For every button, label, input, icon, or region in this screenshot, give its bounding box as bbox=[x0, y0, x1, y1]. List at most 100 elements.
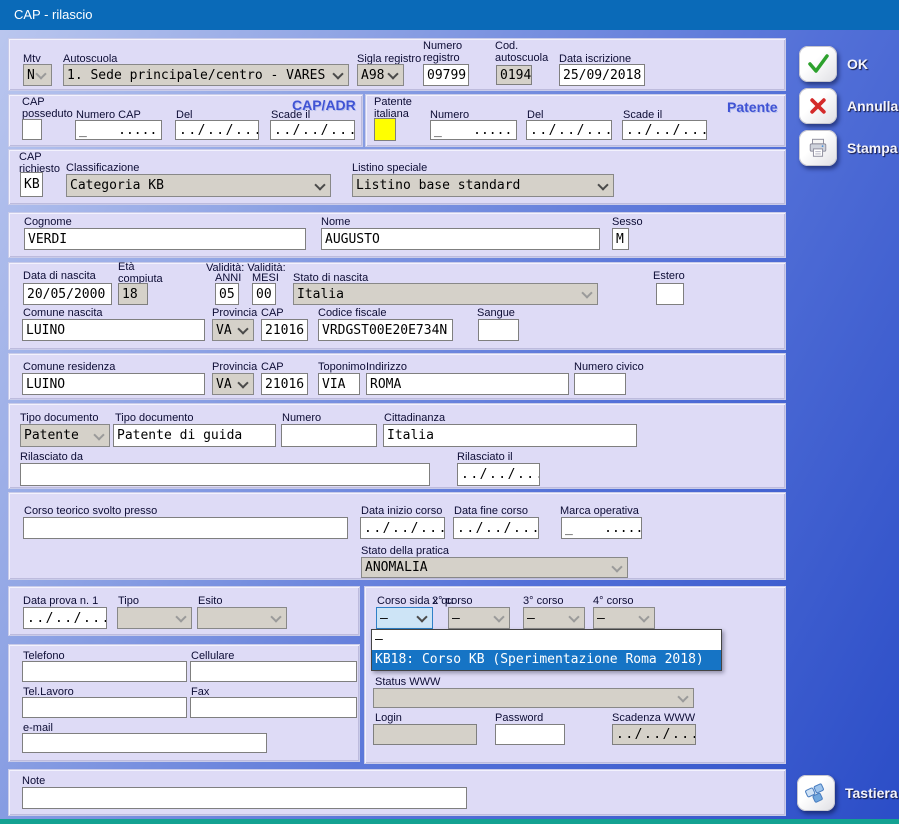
numero-civico-field[interactable] bbox=[574, 373, 626, 395]
corso3-label: 3° corso bbox=[523, 595, 563, 607]
cap-residenza-field[interactable]: 21016 bbox=[261, 373, 308, 395]
numero-registro-field[interactable]: 09799 bbox=[423, 64, 469, 86]
tastiera-button[interactable]: Tastiera bbox=[797, 775, 898, 811]
provincia-residenza-label: Provincia bbox=[212, 361, 257, 373]
rilasciato-da-field[interactable] bbox=[20, 463, 430, 486]
data-nascita-label: Data di nascita bbox=[23, 270, 96, 282]
chevron-down-icon bbox=[597, 179, 608, 190]
annulla-button[interactable]: Annulla bbox=[799, 88, 898, 124]
telefono-field[interactable] bbox=[22, 661, 187, 682]
tipo-documento-label: Tipo documento bbox=[20, 412, 98, 424]
dropdown-option[interactable]: – bbox=[372, 630, 721, 650]
cellulare-field[interactable] bbox=[190, 661, 357, 682]
cap-adr-section-header: CAP/ADR bbox=[292, 97, 356, 113]
sangue-field[interactable] bbox=[478, 319, 519, 341]
data-nascita-field[interactable]: 20/05/2000 bbox=[23, 283, 112, 305]
chevron-down-icon bbox=[493, 611, 504, 622]
chevron-down-icon bbox=[237, 323, 248, 334]
data-inizio-corso-label: Data inizio corso bbox=[361, 505, 442, 517]
dropdown-option-highlighted[interactable]: KB18: Corso KB (Sperimentazione Roma 201… bbox=[372, 650, 721, 670]
codice-fiscale-field[interactable]: VRDGST00E20E734N bbox=[318, 319, 453, 341]
rilasciato-il-field[interactable]: ../../.... bbox=[457, 463, 540, 486]
sigla-registro-combobox[interactable]: A98 bbox=[357, 64, 404, 86]
autoscuola-combobox[interactable]: 1. Sede principale/centro - VARES bbox=[63, 64, 349, 86]
classificazione-combobox[interactable]: Categoria KB bbox=[66, 174, 331, 197]
chevron-down-icon bbox=[387, 68, 398, 79]
fax-field[interactable] bbox=[190, 697, 357, 718]
provincia-nascita-label: Provincia bbox=[212, 307, 257, 319]
title-bar: CAP - rilascio bbox=[0, 0, 899, 30]
chevron-down-icon bbox=[270, 611, 281, 622]
chevron-down-icon bbox=[314, 179, 325, 190]
patente-section-header: Patente bbox=[727, 99, 778, 115]
provincia-nascita-combobox[interactable]: VA bbox=[212, 319, 254, 341]
ok-button[interactable]: OK bbox=[799, 46, 868, 82]
cittadinanza-field[interactable]: Italia bbox=[383, 424, 637, 447]
data-prova-label: Data prova n. 1 bbox=[23, 595, 98, 607]
rilasciato-da-label: Rilasciato da bbox=[20, 451, 83, 463]
corso2-combobox: – bbox=[448, 607, 510, 629]
status-www-label: Status WWW bbox=[375, 676, 440, 688]
marca-operativa-field[interactable]: _ ..... bbox=[561, 517, 642, 539]
comune-nascita-field[interactable]: LUINO bbox=[22, 319, 205, 341]
eta-compiuta-label: Età compiuta bbox=[118, 261, 170, 285]
chevron-down-icon bbox=[332, 68, 343, 79]
patente-italiana-label: Patente italiana bbox=[374, 96, 424, 120]
data-inizio-corso-field[interactable]: ../../.... bbox=[360, 517, 445, 539]
cap-posseduto-checkbox[interactable] bbox=[22, 119, 42, 140]
indirizzo-field[interactable]: ROMA bbox=[366, 373, 569, 395]
tipo-documento-text-field[interactable]: Patente di guida bbox=[113, 424, 276, 447]
estero-checkbox bbox=[656, 283, 684, 305]
indirizzo-label: Indirizzo bbox=[366, 361, 407, 373]
email-field[interactable] bbox=[22, 733, 267, 753]
corso-teorico-field[interactable] bbox=[23, 517, 348, 539]
note-label: Note bbox=[22, 775, 45, 787]
cap-nascita-field[interactable]: 21016 bbox=[261, 319, 308, 341]
esito-prova-label: Esito bbox=[198, 595, 222, 607]
patente-del-field[interactable]: ../../.... bbox=[526, 120, 612, 140]
cap-richiesto-field[interactable]: KB bbox=[20, 172, 43, 197]
cap-residenza-label: CAP bbox=[261, 361, 284, 373]
classificazione-label: Classificazione bbox=[66, 162, 139, 174]
documento-numero-field[interactable] bbox=[281, 424, 377, 447]
anni-field[interactable]: 05 bbox=[215, 283, 239, 305]
numero-cap-field[interactable]: _ ..... bbox=[75, 120, 162, 140]
cognome-field[interactable]: VERDI bbox=[24, 228, 306, 250]
note-field[interactable] bbox=[22, 787, 467, 809]
check-icon bbox=[799, 46, 837, 82]
mesi-field[interactable]: 00 bbox=[252, 283, 276, 305]
patente-italiana-checkbox[interactable] bbox=[374, 118, 396, 141]
window-title: CAP - rilascio bbox=[14, 7, 93, 22]
tel-lavoro-field[interactable] bbox=[22, 697, 187, 718]
patente-scade-field[interactable]: ../../.... bbox=[622, 120, 707, 140]
comune-residenza-field[interactable]: LUINO bbox=[22, 373, 205, 395]
data-prova-field[interactable]: ../../.... bbox=[23, 607, 107, 629]
sesso-field[interactable]: M bbox=[612, 228, 629, 250]
toponimo-field[interactable]: VIA bbox=[318, 373, 360, 395]
login-field bbox=[373, 724, 477, 745]
chevron-down-icon bbox=[568, 611, 579, 622]
chevron-down-icon bbox=[175, 611, 186, 622]
listino-speciale-combobox[interactable]: Listino base standard bbox=[352, 174, 614, 197]
cap-del-field[interactable]: ../../.... bbox=[175, 120, 259, 140]
cap-scade-field[interactable]: ../../.... bbox=[270, 120, 355, 140]
cod-autoscuola-field: 0194 bbox=[496, 65, 532, 85]
sangue-label: Sangue bbox=[477, 307, 515, 319]
corso4-label: 4° corso bbox=[593, 595, 633, 607]
data-fine-corso-field[interactable]: ../../.... bbox=[453, 517, 539, 539]
data-iscrizione-field[interactable]: 25/09/2018 bbox=[559, 64, 645, 86]
login-label: Login bbox=[375, 712, 402, 724]
corso-sida-combobox[interactable]: – bbox=[376, 607, 433, 629]
cognome-label: Cognome bbox=[24, 216, 72, 228]
provincia-residenza-combobox[interactable]: VA bbox=[212, 373, 254, 395]
chevron-down-icon bbox=[237, 377, 248, 388]
comune-nascita-label: Comune nascita bbox=[23, 307, 103, 319]
status-www-combobox bbox=[373, 688, 694, 708]
stampa-button[interactable]: Stampa bbox=[799, 130, 898, 166]
marca-operativa-label: Marca operativa bbox=[560, 505, 639, 517]
password-field[interactable] bbox=[495, 724, 565, 745]
keyboard-icon bbox=[797, 775, 835, 811]
patente-numero-field[interactable]: _ ..... bbox=[430, 120, 517, 140]
corso-teorico-label: Corso teorico svolto presso bbox=[24, 505, 157, 517]
nome-field[interactable]: AUGUSTO bbox=[321, 228, 600, 250]
